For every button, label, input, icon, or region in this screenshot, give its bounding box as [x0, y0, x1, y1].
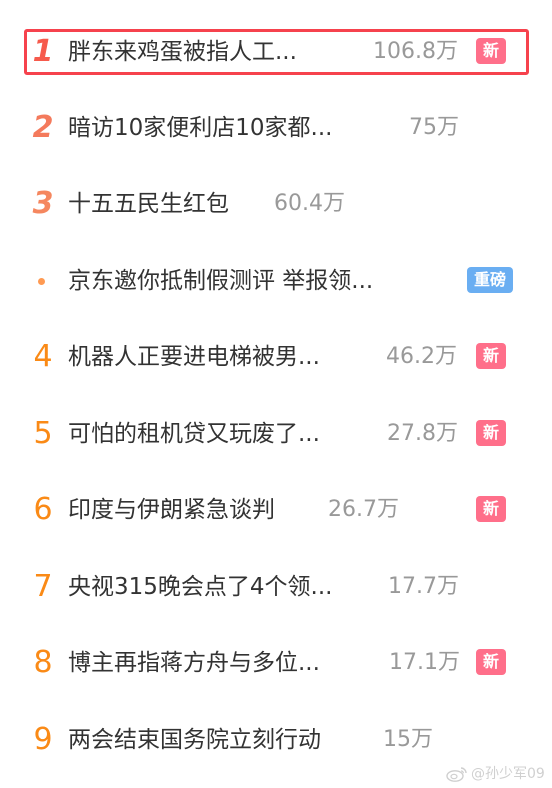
- watermark: @孙少军09: [446, 764, 545, 784]
- list-item[interactable]: 2 暗访10家便利店10家都... 75万: [0, 98, 552, 158]
- topic-title[interactable]: 京东邀你抵制假测评 举报领...: [68, 263, 373, 299]
- topic-title[interactable]: 央视315晚会点了4个领...: [68, 569, 332, 605]
- watermark-text: @孙少军09: [471, 766, 545, 782]
- search-count: 27.8万: [387, 421, 458, 446]
- list-item[interactable]: 4 机器人正要进电梯被男... 46.2万 新: [0, 327, 552, 387]
- topic-title[interactable]: 十五五民生红包: [68, 186, 229, 222]
- list-item[interactable]: 7 央视315晚会点了4个领... 17.7万: [0, 557, 552, 617]
- topic-title[interactable]: 博主再指蒋方舟与多位...: [68, 645, 320, 681]
- topic-title[interactable]: 机器人正要进电梯被男...: [68, 339, 320, 375]
- new-badge: 新: [476, 496, 506, 522]
- new-badge: 新: [476, 343, 506, 369]
- rank-number: 8: [33, 645, 53, 680]
- rank-number: 4: [33, 339, 53, 374]
- search-count: 60.4万: [274, 191, 345, 216]
- search-count: 106.8万: [373, 39, 458, 64]
- list-item[interactable]: 9 两会结束国务院立刻行动 15万: [0, 710, 552, 770]
- topic-title[interactable]: 暗访10家便利店10家都...: [68, 110, 332, 146]
- search-count: 15万: [383, 727, 433, 752]
- featured-badge: 重磅: [467, 267, 513, 293]
- topic-title[interactable]: 可怕的租机贷又玩废了...: [68, 416, 320, 452]
- list-item[interactable]: 1 胖东来鸡蛋被指人工... 106.8万 新: [0, 22, 552, 82]
- topic-title[interactable]: 胖东来鸡蛋被指人工...: [68, 34, 297, 70]
- new-badge: 新: [476, 649, 506, 675]
- topic-title[interactable]: 两会结束国务院立刻行动: [68, 722, 321, 758]
- list-item[interactable]: 8 博主再指蒋方舟与多位... 17.1万 新: [0, 633, 552, 693]
- rank-number: 1: [32, 34, 54, 69]
- search-count: 17.1万: [389, 650, 460, 675]
- dot-icon: [38, 278, 45, 285]
- new-badge: 新: [476, 420, 506, 446]
- list-item-promoted[interactable]: 京东邀你抵制假测评 举报领... 重磅: [0, 251, 552, 311]
- search-count: 17.7万: [388, 574, 459, 599]
- rank-number: 3: [32, 186, 54, 221]
- list-item[interactable]: 6 印度与伊朗紧急谈判 26.7万 新: [0, 480, 552, 540]
- new-badge: 新: [476, 38, 506, 64]
- topic-title[interactable]: 印度与伊朗紧急谈判: [68, 492, 275, 528]
- rank-number: 9: [33, 722, 53, 757]
- rank-number: 7: [33, 569, 53, 604]
- rank-number: 6: [33, 492, 53, 527]
- list-item[interactable]: 5 可怕的租机贷又玩废了... 27.8万 新: [0, 404, 552, 464]
- search-count: 75万: [409, 115, 459, 140]
- rank-number: 5: [33, 416, 53, 451]
- rank-number: 2: [32, 110, 54, 145]
- list-item[interactable]: 3 十五五民生红包 60.4万: [0, 174, 552, 234]
- search-count: 46.2万: [386, 344, 457, 369]
- search-count: 26.7万: [328, 497, 399, 522]
- weibo-logo-icon: [446, 767, 467, 782]
